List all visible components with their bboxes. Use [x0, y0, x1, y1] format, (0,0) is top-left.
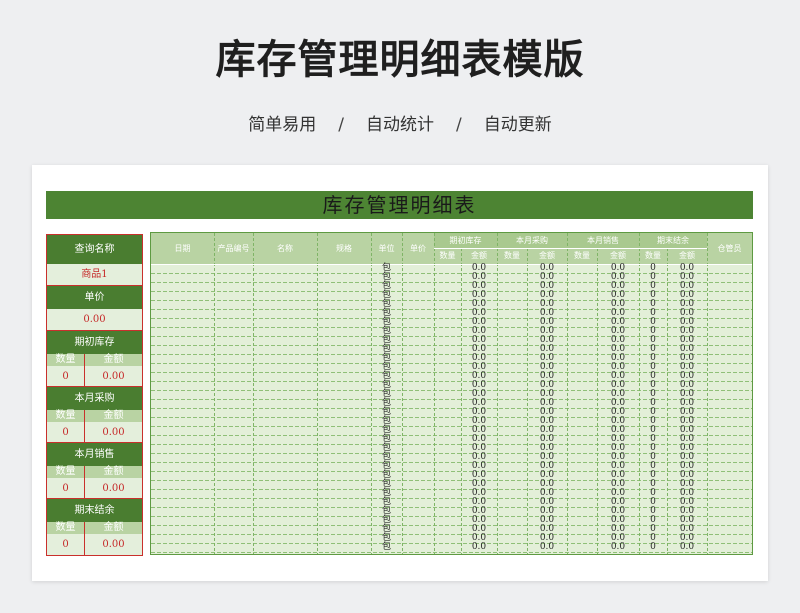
lookup-panel: 查询名称 商品1 单价 0.00 期初库存 数量 金额 0 0.00 本月采购 数量… [46, 234, 143, 556]
amount-header: 金额 [103, 522, 124, 533]
column-header: 日期 [174, 244, 191, 253]
spreadsheet-preview-card: 库存管理明细表 查询名称 商品1 单价 0.00 期初库存 数量 金额 0 0.00… [32, 165, 768, 581]
monthly-sales-subheader: 数量 金额 [47, 466, 142, 478]
sub-header-qty: 数量 [504, 251, 520, 260]
qty-value: 0 [47, 534, 85, 555]
qty-value: 0 [47, 422, 85, 442]
qty-header: 数量 [47, 410, 85, 422]
column-header: 单价 [410, 244, 426, 253]
column-group-header: 期末结余 [657, 236, 689, 245]
monthly-purchase-values: 0 0.00 [47, 422, 142, 443]
amount-header: 金额 [103, 354, 124, 365]
sub-header-amount: 金额 [679, 251, 695, 260]
column-group-header: 期初库存 [449, 236, 482, 245]
feature-tagline: 简单易用 / 自动统计 / 自动更新 [0, 114, 800, 136]
page-title: 库存管理明细表模版 [215, 37, 585, 83]
qty-value: 0 [47, 478, 85, 498]
inventory-detail-table: 日期 产品编号 名称 规格 单位 单价 期初库存 本月采购 本月销售 期末结余仓管员数量 金额 数量 金… [150, 232, 753, 555]
tag-separator: / [338, 115, 344, 135]
amount-value: 0.00 [102, 483, 125, 494]
qty-value: 0 [47, 366, 85, 386]
query-name-select[interactable]: 商品1 [47, 264, 142, 286]
sales-amount-cell: 0.0 [610, 542, 626, 552]
unit-price-value: 0.00 [47, 309, 142, 331]
column-header: 仓管员 [717, 244, 742, 253]
sub-header-amount: 金额 [610, 251, 626, 260]
sub-header-qty: 数量 [574, 251, 590, 260]
monthly-purchase-label: 本月采购 [47, 387, 142, 410]
sub-header-amount: 金额 [539, 251, 555, 260]
monthly-sales-label: 本月销售 [47, 443, 142, 466]
column-header: 规格 [336, 244, 352, 253]
qty-header: 数量 [47, 466, 85, 478]
column-header: 单位 [378, 244, 395, 253]
closing-qty-cell: 0 [650, 542, 656, 552]
opening-stock-label: 期初库存 [47, 331, 142, 354]
opening-stock-values: 0 0.00 [47, 366, 142, 387]
closing-balance-values: 0 0.00 [47, 534, 142, 555]
column-group-header: 本月采购 [516, 236, 548, 245]
tag-auto-stats: 自动统计 [366, 115, 434, 135]
tag-separator: / [456, 115, 462, 135]
tag-auto-update: 自动更新 [483, 115, 552, 135]
qty-header: 数量 [47, 522, 85, 534]
unit-cell: 包 [381, 542, 391, 552]
monthly-sales-values: 0 0.00 [47, 478, 142, 499]
column-header: 名称 [277, 244, 293, 253]
purchase-amount-cell: 0.0 [539, 542, 555, 552]
tag-easy: 简单易用 [248, 115, 317, 135]
opening-stock-subheader: 数量 金额 [47, 354, 142, 366]
closing-amount-cell: 0.0 [679, 542, 695, 552]
amount-value: 0.00 [102, 539, 125, 550]
amount-value: 0.00 [102, 371, 125, 382]
sub-header-qty: 数量 [439, 251, 456, 260]
column-header: 产品编号 [217, 244, 250, 253]
query-name-label: 查询名称 [47, 235, 142, 264]
sheet-title-bar: 库存管理明细表 [46, 191, 753, 219]
qty-header: 数量 [47, 354, 85, 366]
column-group-header: 本月销售 [587, 236, 619, 245]
unit-price-label: 单价 [47, 286, 142, 309]
opening-amount-cell: 0.0 [471, 542, 487, 552]
monthly-purchase-subheader: 数量 金额 [47, 410, 142, 422]
sub-header-qty: 数量 [645, 251, 661, 260]
amount-header: 金额 [103, 466, 124, 477]
sub-header-amount: 金额 [471, 251, 487, 260]
amount-value: 0.00 [102, 427, 125, 438]
closing-balance-subheader: 数量 金额 [47, 522, 142, 534]
closing-balance-label: 期末结余 [47, 499, 142, 522]
amount-header: 金额 [103, 410, 124, 421]
